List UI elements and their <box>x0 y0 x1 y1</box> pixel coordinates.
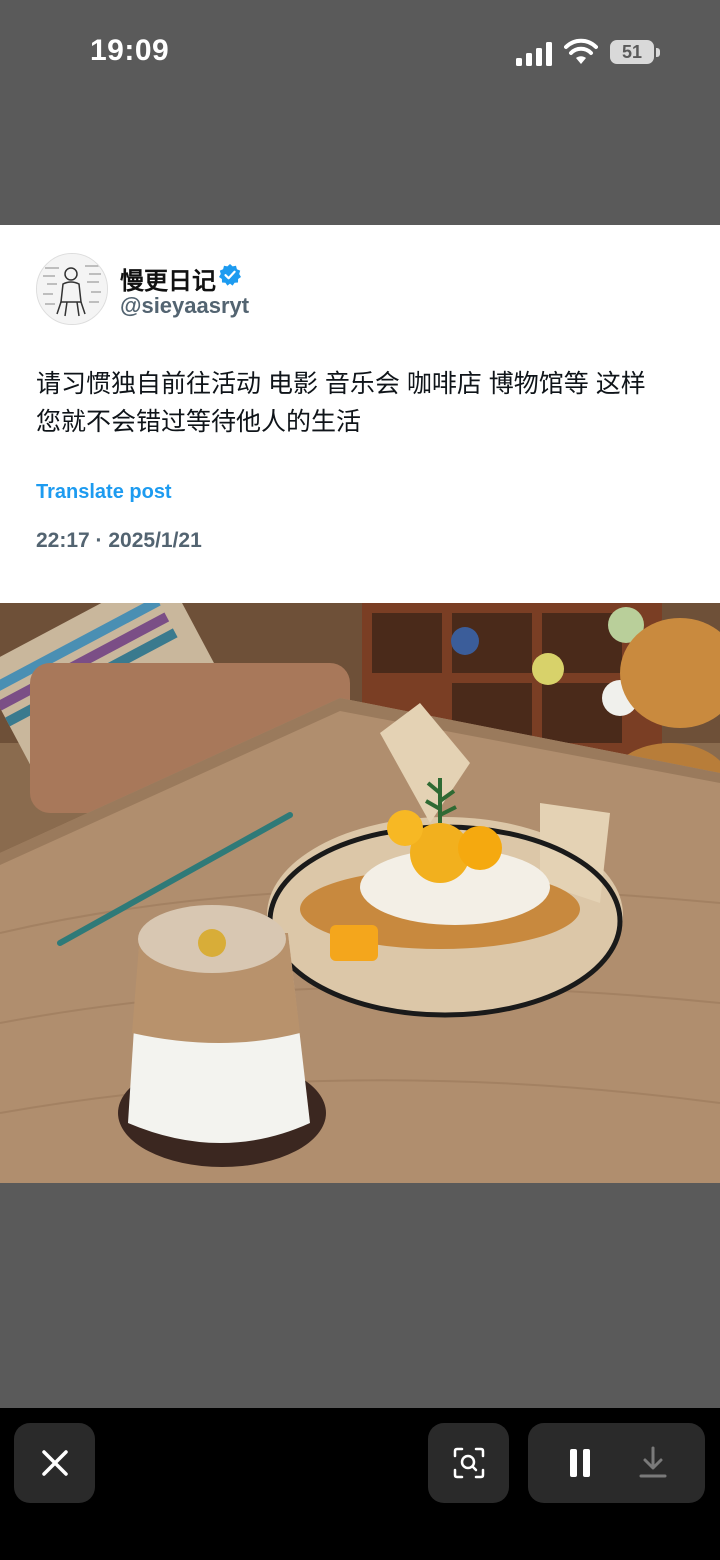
post-text-line-2: 您就不会错过等待他人的生活 <box>36 408 362 436</box>
status-bar: 19:09 51 <box>0 0 720 110</box>
close-icon <box>41 1450 68 1476</box>
cafe-photo-illustration <box>0 603 720 1183</box>
post-timestamp: 22:17 · 2025/1/21 <box>36 529 202 552</box>
playback-controls <box>528 1423 705 1503</box>
avatar[interactable] <box>36 253 108 325</box>
status-time: 19:09 <box>90 34 170 67</box>
translate-post-link[interactable]: Translate post <box>36 481 172 504</box>
visual-search-icon <box>453 1447 484 1479</box>
battery-tip <box>656 48 660 57</box>
battery-level: 51 <box>610 40 654 64</box>
user-handle[interactable]: @sieyaasryt <box>120 293 249 319</box>
wifi-icon <box>564 38 598 64</box>
visual-search-button[interactable] <box>428 1423 509 1503</box>
avatar-illustration <box>37 254 107 324</box>
cellular-signal-icon <box>516 42 552 66</box>
download-icon[interactable] <box>638 1445 668 1479</box>
verified-badge-icon <box>219 264 241 286</box>
post-text: 请习惯独自前往活动 电影 音乐会 咖啡店 博物馆等 这样 您就不会错过等待他人的… <box>36 365 696 441</box>
post-text-line-1: 请习惯独自前往活动 电影 音乐会 咖啡店 博物馆等 这样 <box>36 370 646 398</box>
pause-icon[interactable] <box>568 1447 592 1479</box>
media-toolbar <box>0 1408 720 1560</box>
battery-icon: 51 <box>610 40 662 66</box>
post-card: 慢更日记 @sieyaasryt 请习惯独自前往活动 电影 音乐会 咖啡店 博物… <box>0 225 720 603</box>
close-button[interactable] <box>14 1423 95 1503</box>
display-name[interactable]: 慢更日记 <box>120 261 216 296</box>
post-photo[interactable] <box>0 603 720 1183</box>
